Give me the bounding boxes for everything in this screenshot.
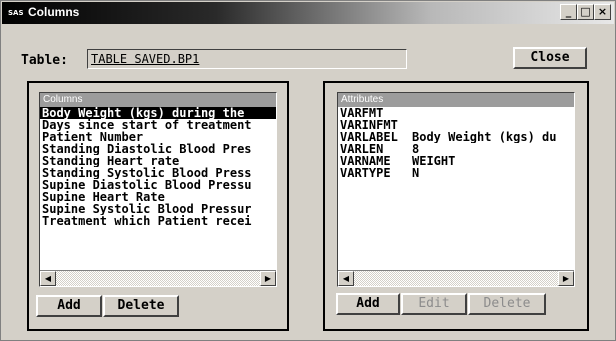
sas-app-icon: SAS [8,9,24,17]
table-name-field[interactable]: TABLE SAVED.BP1 [87,49,407,69]
column-item[interactable]: Days since start of treatment [40,119,276,131]
attribute-value: Body Weight (kgs) du [412,131,557,143]
window-controls: _ □ × [560,4,611,20]
columns-panel: Columns Body Weight (kgs) during the Day… [27,81,289,331]
column-item[interactable]: Standing Heart rate [40,155,276,167]
column-item[interactable]: Treatment which Patient recei [40,215,276,227]
column-item[interactable]: Standing Diastolic Blood Pres [40,143,276,155]
column-item[interactable]: Supine Diastolic Blood Pressu [40,179,276,191]
column-item[interactable]: Supine Systolic Blood Pressur [40,203,276,215]
attributes-list-header: Attributes [338,93,574,107]
attribute-value: WEIGHT [412,155,456,167]
attribute-item[interactable]: VARNAME WEIGHT [338,155,574,167]
table-label: Table: [21,53,68,68]
columns-add-button[interactable]: Add [36,295,102,317]
attribute-name: VARNAME [340,155,391,167]
columns-listbox[interactable]: Columns Body Weight (kgs) during the Day… [39,92,277,287]
attribute-item[interactable]: VARLABEL Body Weight (kgs) du [338,131,574,143]
attribute-name: VARLEN [340,143,384,155]
scroll-right-arrow-icon[interactable]: ▶ [260,271,276,286]
columns-window: SAS Columns _ □ × Table: TABLE SAVED.BP1… [0,0,616,341]
attributes-listbox[interactable]: Attributes VARFMT VARINFMT VARLABEL Body … [337,92,575,287]
attributes-delete-button[interactable]: Delete [468,293,546,315]
attribute-name: VARFMT [340,107,384,119]
close-button[interactable]: Close [513,47,587,69]
attribute-name: VARINFMT [340,119,398,131]
attribute-item[interactable]: VARLEN 8 [338,143,574,155]
column-item[interactable]: Patient Number [40,131,276,143]
attribute-name: VARTYPE [340,167,391,179]
column-item[interactable]: Supine Heart Rate [40,191,276,203]
scroll-left-arrow-icon[interactable]: ◀ [338,271,354,286]
attributes-panel: Attributes VARFMT VARINFMT VARLABEL Body … [323,81,589,331]
attributes-hscrollbar[interactable]: ◀ ▶ [338,270,574,286]
attribute-value: N [412,167,420,179]
attributes-add-button[interactable]: Add [336,293,400,315]
window-title: Columns [28,5,80,19]
title-bar[interactable]: SAS Columns _ □ × [2,2,614,24]
columns-items: Body Weight (kgs) during the Days since … [40,107,276,227]
table-name-value: TABLE SAVED.BP1 [91,52,200,66]
scroll-track[interactable] [56,271,260,286]
minimize-button[interactable]: _ [560,4,577,20]
scroll-left-arrow-icon[interactable]: ◀ [40,271,56,286]
attributes-edit-button[interactable]: Edit [401,293,467,315]
scroll-right-arrow-icon[interactable]: ▶ [558,271,574,286]
maximize-button[interactable]: □ [577,4,594,20]
attribute-item[interactable]: VARINFMT [338,119,574,131]
scroll-track[interactable] [354,271,558,286]
attribute-name: VARLABEL [340,131,398,143]
column-item[interactable]: Body Weight (kgs) during the [40,107,276,119]
attribute-value: 8 [412,143,420,155]
attributes-items: VARFMT VARINFMT VARLABEL Body Weight (kgs… [338,107,574,179]
attribute-item[interactable]: VARTYPE N [338,167,574,179]
attribute-item[interactable]: VARFMT [338,107,574,119]
close-window-button[interactable]: × [594,4,611,20]
columns-hscrollbar[interactable]: ◀ ▶ [40,270,276,286]
columns-list-header: Columns [40,93,276,107]
columns-delete-button[interactable]: Delete [103,295,179,317]
column-item[interactable]: Standing Systolic Blood Press [40,167,276,179]
